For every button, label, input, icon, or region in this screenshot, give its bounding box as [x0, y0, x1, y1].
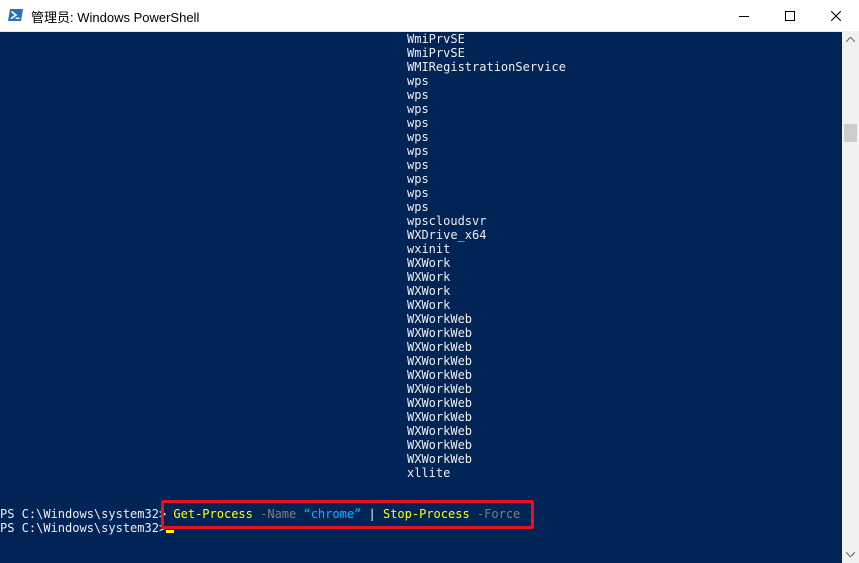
cell-process-name: WXWorkWeb: [407, 452, 473, 466]
cell-process-name: wps: [407, 130, 429, 144]
cell-process-name: wps: [407, 186, 429, 200]
cell-process-name: wps: [407, 144, 429, 158]
cell-process-name: wxinit: [407, 242, 451, 256]
vertical-scrollbar[interactable]: [842, 31, 859, 563]
cell-process-name: WXWorkWeb: [407, 382, 473, 396]
window-title: 管理员: Windows PowerShell: [31, 10, 200, 25]
cell-process-name: WXWork: [407, 284, 451, 298]
cell-process-name: WXDrive_x64: [407, 228, 487, 242]
scrollbar-thumb[interactable]: [844, 124, 857, 142]
maximize-icon: [785, 10, 795, 21]
cell-process-name: wps: [407, 74, 429, 88]
cell-process-name: WMIRegistrationService: [407, 60, 566, 74]
cell-process-name: WXWorkWeb: [407, 326, 473, 340]
prompt-line-current[interactable]: PS C:\Windows\system32>: [0, 521, 175, 535]
cell-process-name: WXWorkWeb: [407, 354, 473, 368]
cell-process-name: WmiPrvSE: [407, 46, 465, 60]
cell-process-name: wps: [407, 102, 429, 116]
title-bar[interactable]: 管理员: Windows PowerShell: [0, 0, 859, 32]
cell-process-name: wps: [407, 200, 429, 214]
scroll-down-button[interactable]: [842, 546, 859, 563]
scroll-up-button[interactable]: [842, 31, 859, 48]
cell-process-name: WmiPrvSE: [407, 32, 465, 46]
close-button[interactable]: [813, 0, 859, 31]
cell-process-name: WXWorkWeb: [407, 340, 473, 354]
cell-process-name: wps: [407, 88, 429, 102]
powershell-icon: [8, 7, 24, 23]
text-cursor: [166, 530, 175, 533]
chevron-down-icon: [846, 552, 855, 557]
maximize-button[interactable]: [767, 0, 813, 31]
command-highlight-box: [161, 500, 534, 529]
console-output[interactable]: 5275641828438884,422.17258203xllite47448…: [0, 31, 842, 563]
cell-process-name: WXWorkWeb: [407, 396, 473, 410]
prompt-text: PS C:\Windows\system32>: [0, 507, 167, 521]
chevron-up-icon: [846, 37, 855, 42]
cell-process-name: wps: [407, 158, 429, 172]
cell-process-name: wps: [407, 116, 429, 130]
powershell-window: 管理员: Windows PowerShell 5275641828438884…: [0, 0, 859, 563]
cell-process-name: WXWorkWeb: [407, 368, 473, 382]
cell-process-name: wps: [407, 172, 429, 186]
cell-process-name: WXWorkWeb: [407, 312, 473, 326]
prompt-text: PS C:\Windows\system32>: [0, 521, 167, 535]
cell-process-name: WXWork: [407, 270, 451, 284]
cell-process-name: xllite: [407, 466, 451, 480]
cell-process-name: WXWork: [407, 298, 451, 312]
cell-process-name: WXWorkWeb: [407, 438, 473, 452]
cell-process-name: WXWorkWeb: [407, 410, 473, 424]
cell-process-name: WXWorkWeb: [407, 424, 473, 438]
cell-process-name: wpscloudsvr: [407, 214, 487, 228]
minimize-button[interactable]: [721, 0, 767, 31]
close-icon: [831, 10, 841, 21]
cell-process-name: WXWork: [407, 256, 451, 270]
minimize-icon: [739, 15, 749, 17]
